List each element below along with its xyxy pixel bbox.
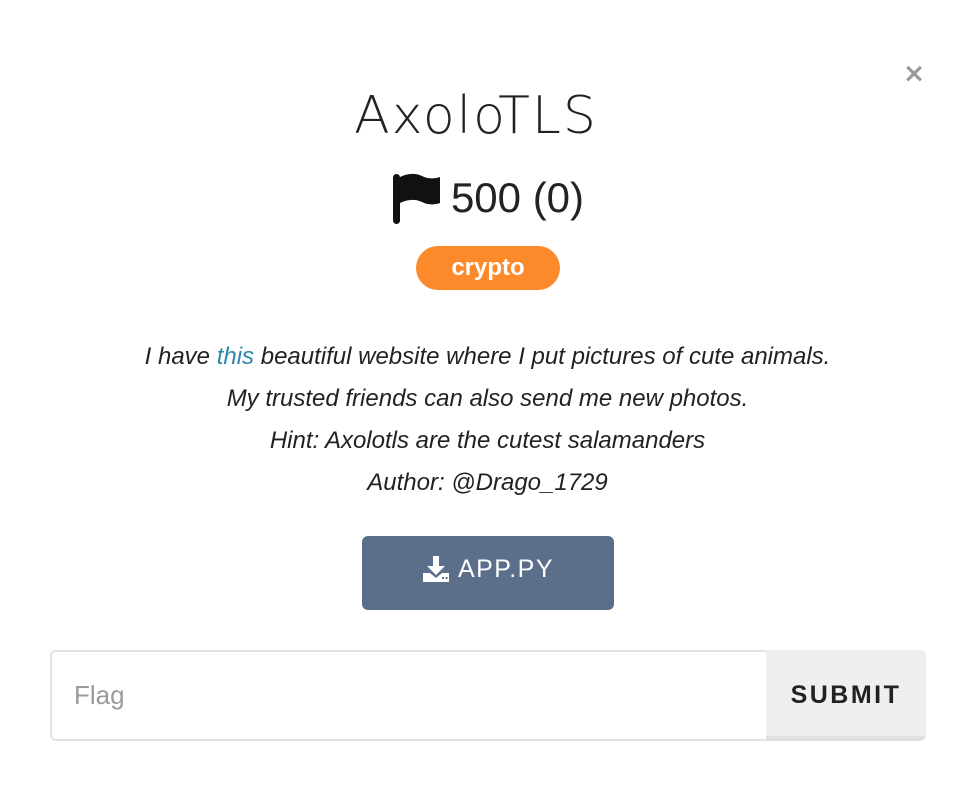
flag-submit-form: SUBMIT	[50, 650, 926, 741]
description-line: I have this beautiful website where I pu…	[0, 336, 975, 378]
author-line: Author: @Drago_1729	[367, 469, 608, 496]
description-text: beautiful website where I put pictures o…	[254, 343, 831, 370]
description-line: My trusted friends can also send me new …	[226, 385, 749, 412]
category-badge: crypto	[416, 246, 560, 290]
description-text: I have	[144, 343, 217, 370]
download-file-button[interactable]: APP.PY	[362, 536, 614, 610]
download-icon	[422, 556, 449, 582]
challenge-modal: × AxoloTLS 500 (0) crypto I have this be…	[0, 0, 980, 810]
hint-line: Hint: Axolotls are the cutest salamander…	[269, 427, 706, 454]
description-link[interactable]: this	[217, 343, 254, 370]
flag-input[interactable]	[50, 650, 766, 741]
challenge-description: I have this beautiful website where I pu…	[0, 336, 975, 504]
challenge-title: AxoloTLS	[354, 86, 598, 146]
challenge-points: 500 (0)	[450, 174, 585, 221]
flag-icon	[392, 173, 440, 224]
download-label: APP.PY	[457, 555, 555, 583]
submit-button[interactable]: SUBMIT	[766, 650, 926, 741]
points-row: 500 (0)	[0, 168, 975, 228]
